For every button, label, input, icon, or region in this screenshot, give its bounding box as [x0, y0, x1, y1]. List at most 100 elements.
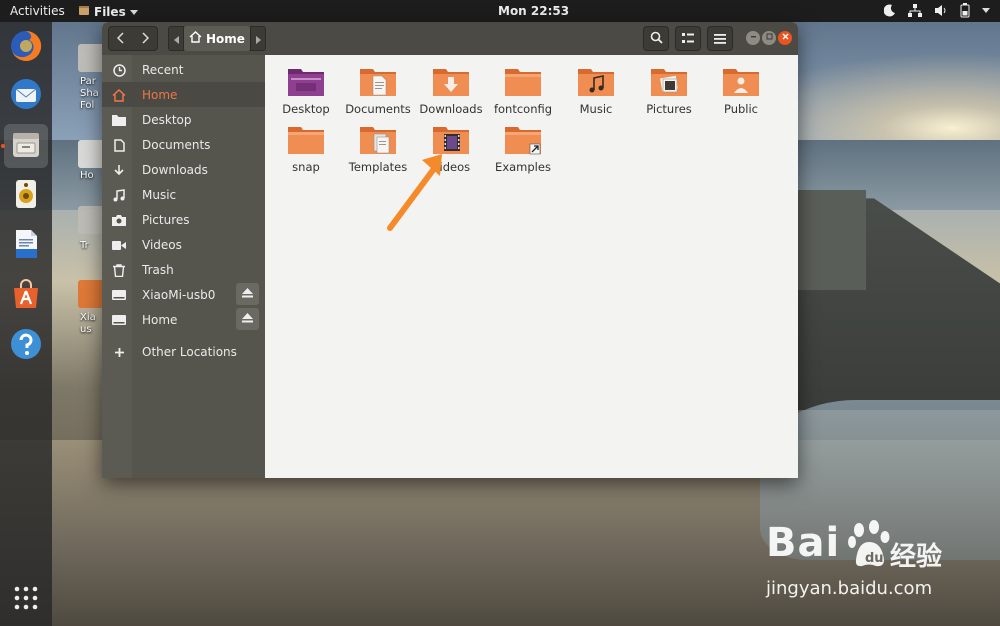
baidu-jingyan-watermark: Bai du 经验 jingyan.baidu.com	[766, 520, 996, 610]
thunderbird-launcher[interactable]	[4, 74, 48, 118]
sidebar-item-downloads[interactable]: Downloads	[102, 157, 265, 182]
file-item-examples[interactable]: Examples	[488, 125, 558, 181]
places-sidebar: Recent Home Desktop Documents Downloads …	[102, 55, 265, 478]
software-launcher[interactable]	[4, 274, 48, 318]
eject-button[interactable]	[236, 283, 259, 305]
file-item-public[interactable]: Public	[706, 67, 776, 123]
help-launcher[interactable]	[4, 324, 48, 368]
home-icon	[189, 31, 202, 46]
sidebar-item-recent[interactable]: Recent	[102, 57, 265, 82]
file-item-fontconfig[interactable]: fontconfig	[488, 67, 558, 123]
downloads-folder-icon	[432, 67, 470, 97]
activities-button[interactable]: Activities	[10, 4, 65, 18]
file-item-label: Music	[579, 102, 613, 116]
wallpaper-pier-pillar	[798, 190, 866, 290]
documents-folder-icon	[359, 67, 397, 97]
file-item-pictures[interactable]: Pictures	[634, 67, 704, 123]
folder-icon	[287, 125, 325, 155]
search-button[interactable]	[643, 26, 669, 51]
file-item-documents[interactable]: Documents	[343, 67, 413, 123]
forward-button[interactable]	[141, 29, 150, 48]
file-item-snap[interactable]: snap	[271, 125, 341, 181]
file-icon-view[interactable]: Desktop Documents Downloads fontconfig M…	[265, 55, 798, 478]
rhythmbox-launcher[interactable]	[4, 174, 48, 218]
sidebar-item-label: Recent	[142, 62, 184, 77]
document-writer-icon	[9, 227, 43, 265]
app-menu[interactable]: Files	[78, 4, 138, 19]
minimize-icon	[750, 33, 757, 43]
path-scroll-right-button[interactable]	[250, 26, 266, 51]
chevron-down-icon	[982, 7, 990, 14]
file-item-music[interactable]: Music	[561, 67, 631, 123]
chevron-right-icon	[141, 29, 150, 48]
sidebar-item-pictures[interactable]: Pictures	[102, 207, 265, 232]
top-bar: Activities Files Mon 22:53	[0, 0, 1000, 22]
show-applications-button[interactable]	[4, 578, 48, 622]
sidebar-item-label: XiaoMi-usb0	[142, 287, 216, 302]
sidebar-item-label: Pictures	[142, 212, 190, 227]
files-launcher[interactable]	[4, 124, 48, 168]
close-icon	[782, 33, 789, 43]
sidebar-item-label: Music	[142, 187, 177, 202]
close-button[interactable]	[778, 31, 792, 45]
folder-icon	[112, 113, 126, 127]
system-tray[interactable]	[884, 3, 990, 18]
list-view-icon	[682, 29, 694, 48]
sidebar-item-desktop[interactable]: Desktop	[102, 107, 265, 132]
camera-icon	[112, 213, 126, 227]
public-folder-icon	[722, 67, 760, 97]
sidebar-item-music[interactable]: Music	[102, 182, 265, 207]
writer-launcher[interactable]	[4, 224, 48, 268]
menu-button[interactable]	[707, 26, 733, 51]
maximize-button[interactable]	[762, 31, 776, 45]
sidebar-item-documents[interactable]: Documents	[102, 132, 265, 157]
running-indicator	[1, 144, 5, 148]
chevron-down-icon	[129, 5, 138, 19]
sidebar-item-label: Downloads	[142, 162, 208, 177]
file-item-downloads[interactable]: Downloads	[416, 67, 486, 123]
nav-buttons	[108, 26, 158, 51]
view-toggle-button[interactable]	[675, 26, 701, 51]
clock-icon	[112, 63, 126, 77]
sidebar-item-home[interactable]: Home	[102, 82, 265, 107]
help-icon	[9, 327, 43, 365]
path-bar-home[interactable]: Home	[184, 26, 250, 51]
clock[interactable]: Mon 22:53	[498, 4, 569, 18]
firefox-launcher[interactable]	[4, 26, 48, 70]
sidebar-item-other-locations[interactable]: Other Locations	[102, 339, 265, 364]
dock	[0, 22, 52, 626]
path-scroll-left-button[interactable]	[168, 26, 184, 51]
watermark-chinese-text: 经验	[890, 542, 943, 572]
file-item-label: Desktop	[282, 102, 330, 116]
document-icon	[112, 138, 126, 152]
eject-button[interactable]	[236, 308, 259, 330]
sidebar-item-label: Documents	[142, 137, 211, 152]
file-item-label: Downloads	[419, 102, 483, 116]
minimize-button[interactable]	[746, 31, 760, 45]
annotation-arrow	[387, 154, 442, 231]
eject-icon	[242, 287, 253, 301]
svg-text:du: du	[865, 551, 884, 566]
sidebar-item-videos[interactable]: Videos	[102, 232, 265, 257]
sidebar-item-xiaomi-usb0[interactable]: XiaoMi-usb0	[102, 282, 265, 307]
file-item-desktop[interactable]: Desktop	[271, 67, 341, 123]
plus-icon	[112, 345, 126, 359]
sidebar-item-trash[interactable]: Trash	[102, 257, 265, 282]
desktop-icon-label: Tr	[80, 240, 89, 251]
caret-right-icon	[255, 29, 261, 48]
trash-icon	[112, 263, 126, 277]
files-app-icon	[78, 4, 90, 19]
header-bar: Home	[102, 22, 798, 55]
video-icon	[112, 238, 126, 252]
sidebar-item-home-drive[interactable]: Home	[102, 307, 265, 332]
chevron-left-icon	[116, 29, 125, 48]
desktop-icon-label: Xia us	[80, 312, 96, 335]
hamburger-icon	[714, 29, 726, 48]
drive-icon	[112, 313, 126, 327]
sidebar-item-label: Home	[142, 87, 178, 102]
music-folder-icon	[577, 67, 615, 97]
volume-icon	[934, 4, 948, 17]
back-button[interactable]	[116, 29, 125, 48]
caret-left-icon	[173, 29, 179, 48]
maximize-icon	[766, 33, 773, 43]
